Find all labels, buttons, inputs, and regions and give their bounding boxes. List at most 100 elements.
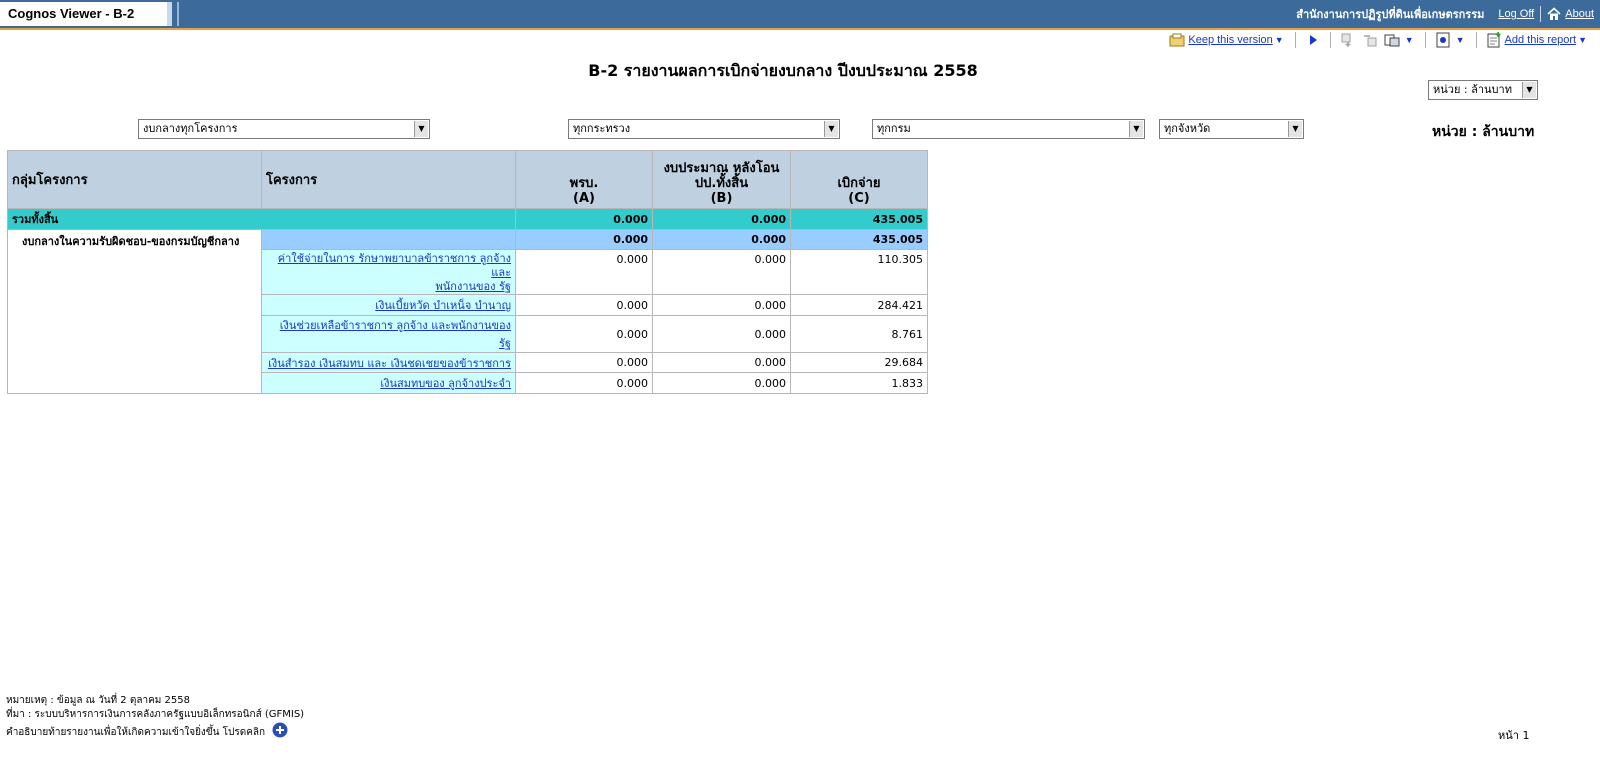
header-b: งบประมาณ หลังโอน ปป.ทั้งสิ้น (B) — [652, 150, 791, 209]
title-separator — [177, 2, 179, 26]
footer-source: ที่มา : ระบบบริหารการเงินการคลังภาครัฐแบ… — [6, 709, 305, 720]
row-c: 1.833 — [790, 372, 928, 394]
department-row: งบกลางในความรับผิดชอบ-ของกรมบัญชีกลาง 0.… — [7, 229, 928, 394]
footer-explain-line: คำอธิบายท้ายรายงานเพื่อให้เกิดความเข้าใจ… — [6, 722, 304, 740]
keep-version-link[interactable]: Keep this version — [1188, 34, 1272, 46]
program-select[interactable]: งบกลางทุกโครงการ ▼ — [138, 119, 430, 139]
app-title: Cognos Viewer - B-2 — [0, 2, 172, 26]
header-c-line1: เบิกจ่าย — [837, 176, 881, 191]
keep-version-dropdown-icon[interactable]: ▼ — [1275, 35, 1284, 45]
row-c: 110.305 — [790, 249, 928, 295]
ministry-select[interactable]: ทุกกระทรวง ▼ — [568, 119, 840, 139]
project-link[interactable]: เงินสำรอง เงินสมทบ และ เงินชดเชยของข้ารา… — [268, 357, 511, 370]
chevron-down-icon[interactable]: ▼ — [1129, 121, 1143, 137]
ministry-select-value: ทุกกระทรวง — [573, 122, 631, 135]
footer-explain: คำอธิบายท้ายรายงานเพื่อให้เกิดความเข้าใจ… — [6, 727, 266, 738]
related-links-dropdown-icon[interactable]: ▼ — [1405, 35, 1414, 45]
toolbar-divider — [1329, 32, 1331, 48]
header-a: พรบ. (A) — [515, 150, 653, 209]
program-select-value: งบกลางทุกโครงการ — [143, 122, 238, 135]
row-a: 0.000 — [515, 315, 653, 353]
header-b-line1: งบประมาณ หลังโอน — [663, 161, 780, 176]
department-select[interactable]: ทุกกรม ▼ — [872, 119, 1145, 139]
project-link-cell: เงินช่วยเหลือข้าราชการ ลูกจ้าง และพนักงา… — [261, 315, 516, 353]
view-format-icon[interactable] — [1435, 32, 1451, 48]
toolbar-divider — [1424, 32, 1426, 48]
total-c: 435.005 — [790, 208, 928, 230]
row-c: 284.421 — [790, 294, 928, 316]
total-a: 0.000 — [515, 208, 653, 230]
row-b: 0.000 — [652, 315, 791, 353]
view-format-dropdown-icon[interactable]: ▼ — [1456, 35, 1465, 45]
divider — [1540, 6, 1542, 22]
project-link[interactable]: เงินเบี้ยหวัด บำเหน็จ บำนาญ — [375, 299, 511, 312]
report-footer: หมายเหตุ : ข้อมูล ณ วันที่ 2 ตุลาคม 2558… — [6, 694, 304, 740]
project-link-cell: เงินเบี้ยหวัด บำเหน็จ บำนาญ — [261, 294, 516, 316]
unit-select[interactable]: หน่วย : ล้านบาท ▼ — [1428, 80, 1538, 100]
home-icon[interactable] — [1547, 7, 1561, 21]
footer-note: หมายเหตุ : ข้อมูล ณ วันที่ 2 ตุลาคม 2558 — [6, 695, 190, 706]
add-report-icon[interactable] — [1486, 32, 1502, 48]
project-link-line1: ค่าใช้จ่ายในการ รักษาพยาบาลข้าราชการ ลูก… — [277, 252, 511, 279]
row-a: 0.000 — [515, 352, 653, 373]
row-b: 0.000 — [652, 294, 791, 316]
toolbar-divider — [1475, 32, 1477, 48]
project-link[interactable]: เงินสมทบของ ลูกจ้างประจำ — [380, 377, 511, 390]
project-link[interactable]: เงินช่วยเหลือข้าราชการ ลูกจ้าง และพนักงา… — [280, 319, 511, 350]
header-a-line2: (A) — [573, 191, 595, 206]
header-b-line3: (B) — [710, 191, 733, 206]
drill-down-icon[interactable] — [1340, 32, 1356, 48]
row-b: 0.000 — [652, 352, 791, 373]
department-blank — [261, 229, 516, 250]
logoff-link[interactable]: Log Off — [1498, 8, 1534, 20]
organization-name: สำนักงานการปฏิรูปที่ดินเพื่อเกษตรกรรม — [1296, 9, 1485, 21]
report-table: กลุ่มโครงการ โครงการ พรบ. (A) งบประมาณ ห… — [7, 150, 928, 394]
row-a: 0.000 — [515, 372, 653, 394]
header-group: กลุ่มโครงการ — [7, 150, 262, 209]
chevron-down-icon[interactable]: ▼ — [824, 121, 838, 137]
total-label: รวมทั้งสิ้น — [7, 208, 516, 230]
add-report-dropdown-icon[interactable]: ▼ — [1578, 35, 1587, 45]
toolbar-divider — [1294, 32, 1296, 48]
unit-label: หน่วย : ล้านบาท — [1432, 124, 1535, 140]
project-link[interactable]: ค่าใช้จ่ายในการ รักษาพยาบาลข้าราชการ ลูก… — [278, 252, 511, 293]
chevron-down-icon[interactable]: ▼ — [1522, 82, 1536, 98]
header-c-line2: (C) — [848, 191, 870, 206]
page-number: หน้า 1 — [1498, 729, 1530, 742]
total-row: รวมทั้งสิ้น 0.000 0.000 435.005 — [7, 208, 928, 230]
department-a: 0.000 — [515, 229, 653, 250]
department-label: งบกลางในความรับผิดชอบ-ของกรมบัญชีกลาง — [7, 229, 262, 394]
header-project: โครงการ — [261, 150, 516, 209]
row-a: 0.000 — [515, 294, 653, 316]
header-a-line1: พรบ. — [569, 176, 599, 191]
chevron-down-icon[interactable]: ▼ — [1288, 121, 1302, 137]
title-bar: Cognos Viewer - B-2 สำนักงานการปฏิรูปที่… — [0, 0, 1600, 30]
top-right-links: สำนักงานการปฏิรูปที่ดินเพื่อเกษตรกรรม Lo… — [1296, 0, 1594, 28]
plus-circle-icon[interactable] — [272, 722, 288, 738]
chevron-down-icon[interactable]: ▼ — [414, 121, 428, 137]
row-a: 0.000 — [515, 249, 653, 295]
department-b: 0.000 — [652, 229, 791, 250]
related-links-icon[interactable] — [1384, 32, 1400, 48]
table-header-row: กลุ่มโครงการ โครงการ พรบ. (A) งบประมาณ ห… — [7, 150, 928, 209]
header-c: เบิกจ่าย (C) — [790, 150, 928, 209]
header-b-line2: ปป.ทั้งสิ้น — [694, 176, 749, 191]
project-link-cell: เงินสำรอง เงินสมทบ และ เงินชดเชยของข้ารา… — [261, 352, 516, 373]
report-title: B-2 รายงานผลการเบิกจ่ายงบกลาง ปีงบประมาณ… — [588, 61, 978, 80]
about-link[interactable]: About — [1565, 8, 1594, 20]
project-link-line2: พนักงานของ รัฐ — [435, 280, 511, 293]
department-select-value: ทุกกรม — [877, 122, 911, 135]
row-b: 0.000 — [652, 372, 791, 394]
report-toolbar: Keep this version ▼ ▼ ▼ Add this report … — [1166, 31, 1592, 49]
unit-select-value: หน่วย : ล้านบาท — [1433, 83, 1512, 96]
run-icon[interactable] — [1305, 32, 1321, 48]
province-select[interactable]: ทุกจังหวัด ▼ — [1159, 119, 1304, 139]
total-b: 0.000 — [652, 208, 791, 230]
drill-up-icon[interactable] — [1362, 32, 1378, 48]
row-c: 8.761 — [790, 315, 928, 353]
row-c: 29.684 — [790, 352, 928, 373]
add-report-link[interactable]: Add this report — [1505, 34, 1577, 46]
project-link-cell: เงินสมทบของ ลูกจ้างประจำ — [261, 372, 516, 394]
row-b: 0.000 — [652, 249, 791, 295]
keep-version-icon[interactable] — [1169, 32, 1185, 48]
